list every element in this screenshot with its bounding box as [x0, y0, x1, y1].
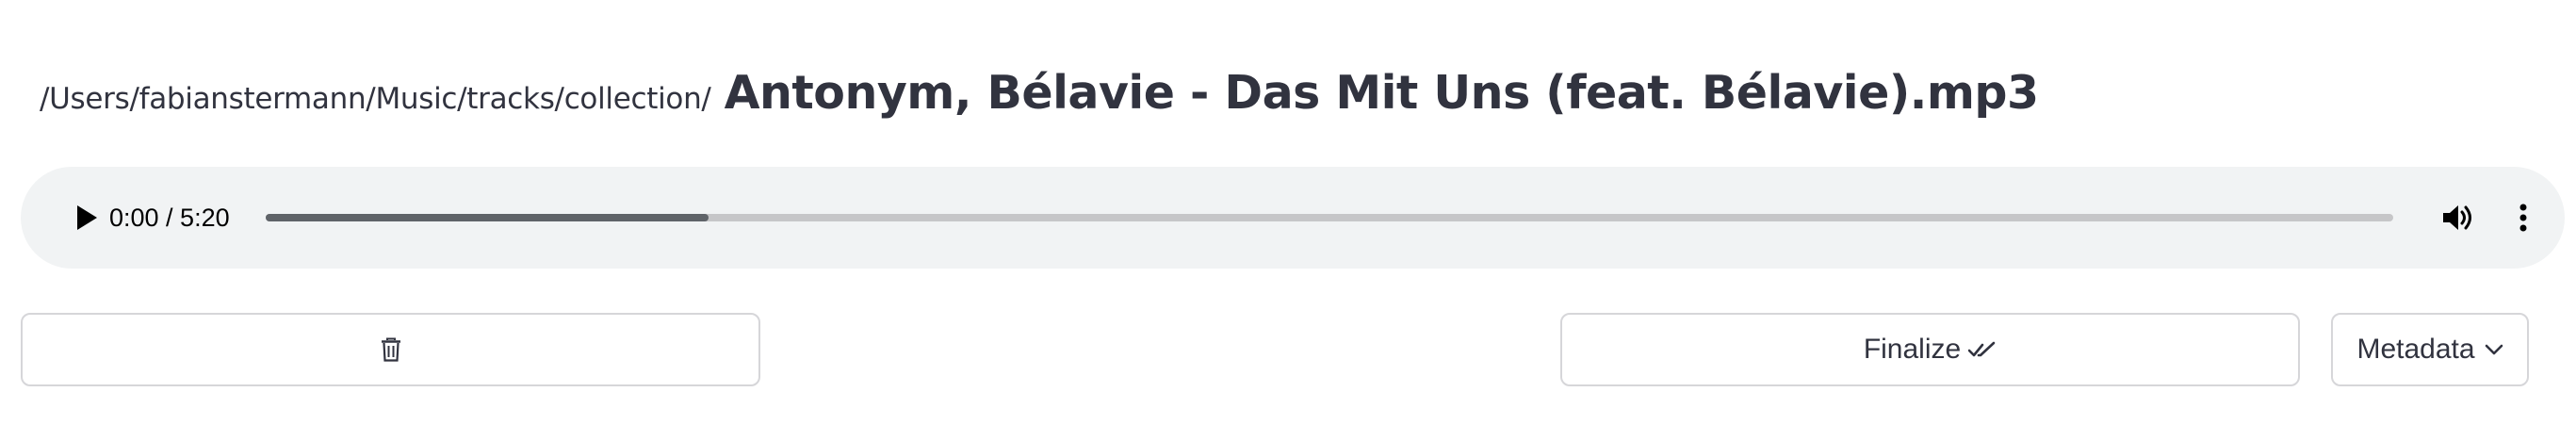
chevron-down-icon — [2485, 344, 2503, 355]
file-path: /Users/fabianstermann/Music/tracks/colle… — [40, 82, 711, 116]
file-heading: /Users/fabianstermann/Music/tracks/colle… — [40, 66, 2039, 141]
finalize-label: Finalize — [1863, 334, 1962, 365]
seek-bar-progress — [266, 214, 709, 221]
volume-icon — [2443, 205, 2471, 230]
finalize-button[interactable]: Finalize — [1560, 313, 2300, 386]
double-check-icon — [1968, 340, 1997, 359]
more-options-button[interactable] — [2512, 197, 2535, 238]
trash-icon — [381, 337, 401, 362]
audio-player: 0:00 / 5:20 — [21, 167, 2565, 269]
more-vertical-icon — [2519, 204, 2527, 232]
metadata-dropdown-button[interactable]: Metadata — [2331, 313, 2529, 386]
play-icon — [77, 205, 97, 230]
volume-button[interactable] — [2438, 197, 2480, 238]
time-display: 0:00 / 5:20 — [109, 204, 230, 232]
metadata-label: Metadata — [2356, 334, 2475, 365]
delete-button[interactable] — [21, 313, 760, 386]
seek-bar[interactable] — [266, 214, 2393, 221]
play-button[interactable] — [68, 199, 106, 237]
file-name: Antonym, Bélavie - Das Mit Uns (feat. Bé… — [724, 66, 2039, 120]
